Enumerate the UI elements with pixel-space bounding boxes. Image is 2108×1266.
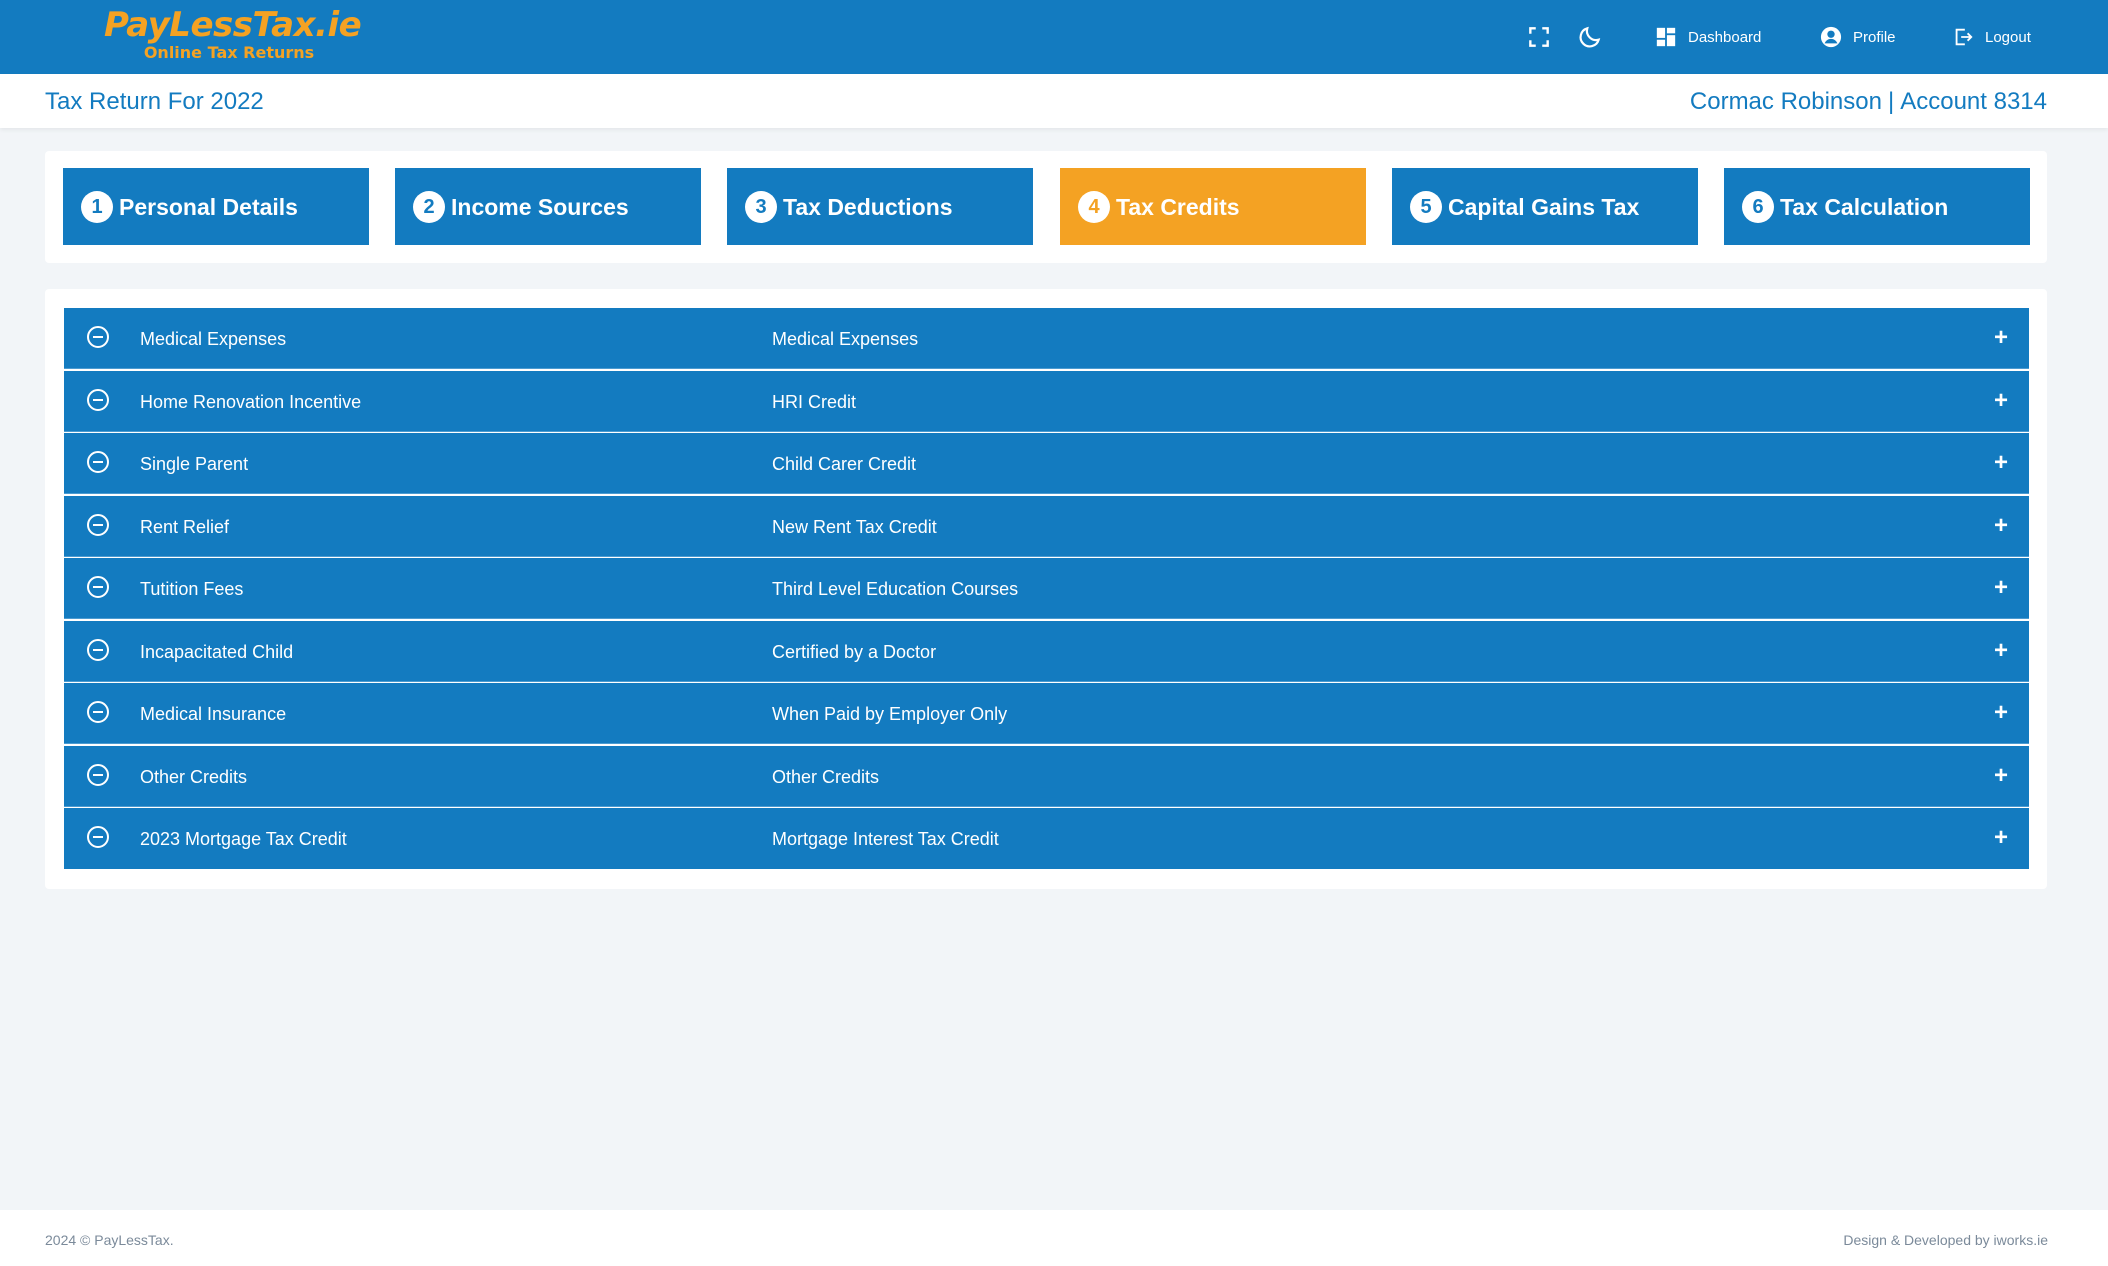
credit-title: Other Credits (140, 766, 248, 787)
brand-logo[interactable]: PayLessTax.ie Online Tax Returns (104, 4, 362, 62)
plus-icon[interactable]: + (1989, 513, 2013, 538)
user-circle-icon (1820, 26, 1842, 48)
page-header: Tax Return For 2022 Cormac Robinson | Acco… (0, 74, 2108, 128)
plus-icon[interactable]: + (1989, 451, 2013, 475)
credit-description: Medical Expenses (772, 329, 919, 349)
step-label: Tax Credits (1116, 194, 1240, 220)
nav-profile[interactable]: Profile (1820, 22, 1896, 52)
step-tax-deductions[interactable]: 3 Tax Deductions (727, 168, 1033, 245)
minus-circle-icon (86, 388, 110, 412)
fullscreen-icon[interactable] (1526, 24, 1552, 50)
step-tax-credits[interactable]: 4 Tax Credits (1060, 168, 1366, 245)
credit-description: HRI Credit (772, 391, 857, 412)
nav-profile-label: Profile (1853, 28, 1896, 46)
minus-circle-icon (86, 513, 110, 537)
plus-icon[interactable]: + (1989, 701, 2013, 725)
credit-description: Mortgage Interest Tax Credit (772, 829, 999, 849)
footer-credit[interactable]: Design & Developed by iworks.ie (1843, 1232, 2048, 1248)
step-number: 3 (745, 191, 777, 223)
plus-icon[interactable]: + (1989, 826, 2013, 850)
credit-description: Certified by a Doctor (772, 641, 937, 662)
logo-name: PayLessTax.ie (104, 5, 362, 45)
minus-circle-icon (86, 325, 110, 349)
plus-icon[interactable]: + (1989, 576, 2013, 600)
step-number: 4 (1078, 191, 1110, 223)
credit-description: Third Level Education Courses (772, 579, 1019, 599)
credit-title: Incapacitated Child (140, 641, 294, 662)
credit-row-home-renovation[interactable]: Home Renovation Incentive HRI Credit + (64, 370, 2029, 432)
step-number: 2 (413, 191, 445, 223)
credit-row-single-parent[interactable]: Single Parent Child Carer Credit + (64, 433, 2029, 494)
credit-row-mortgage-tax-credit[interactable]: 2023 Mortgage Tax Credit Mortgage Intere… (64, 808, 2029, 869)
nav-logout[interactable]: Logout (1952, 22, 2031, 52)
minus-circle-icon (86, 638, 110, 662)
logout-icon (1955, 28, 1973, 46)
account-info: Cormac Robinson | Account 8314 (1690, 87, 2047, 117)
step-tax-calculation[interactable]: 6 Tax Calculation (1724, 168, 2030, 245)
step-capital-gains-tax[interactable]: 5 Capital Gains Tax (1392, 168, 1698, 245)
step-label: Capital Gains Tax (1448, 194, 1640, 220)
nav-dashboard[interactable]: Dashboard (1655, 22, 1761, 52)
step-label: Tax Deductions (783, 194, 953, 220)
credit-description: New Rent Tax Credit (772, 516, 937, 537)
steps-wizard: 1 Personal Details 2 Income Sources 3 Ta… (45, 151, 2047, 263)
credit-title: Rent Relief (140, 516, 230, 537)
nav-dashboard-label: Dashboard (1688, 28, 1762, 46)
step-income-sources[interactable]: 2 Income Sources (395, 168, 701, 245)
credit-title: Medical Insurance (140, 704, 287, 724)
footer-copyright: 2024 © PayLessTax. (45, 1232, 174, 1248)
step-number: 1 (81, 191, 113, 223)
footer: 2024 © PayLessTax. Design & Developed by… (0, 1210, 2108, 1266)
credit-description: Other Credits (772, 766, 880, 787)
header-separator: | (1887, 88, 1895, 115)
plus-icon[interactable]: + (1989, 638, 2013, 663)
credit-row-medical-insurance[interactable]: Medical Insurance When Paid by Employer … (64, 683, 2029, 744)
credit-row-tuition-fees[interactable]: Tutition Fees Third Level Education Cour… (64, 558, 2029, 619)
credit-description: Child Carer Credit (772, 454, 917, 474)
step-label: Income Sources (451, 194, 629, 220)
step-number: 6 (1742, 191, 1774, 223)
credit-title: Tutition Fees (140, 579, 244, 599)
dashboard-icon (1656, 27, 1676, 47)
step-label: Personal Details (119, 194, 298, 220)
top-navbar: PayLessTax.ie Online Tax Returns Dashboa… (0, 0, 2108, 74)
user-name: Cormac Robinson (1689, 88, 1882, 115)
step-number: 5 (1410, 191, 1442, 223)
minus-circle-icon (86, 450, 110, 474)
page-title: Tax Return For 2022 (45, 88, 264, 115)
credit-row-medical-expenses[interactable]: Medical Expenses Medical Expenses + (64, 308, 2029, 369)
step-personal-details[interactable]: 1 Personal Details (63, 168, 369, 245)
credit-row-other-credits[interactable]: Other Credits Other Credits + (64, 745, 2029, 807)
tax-credits-accordion: Medical Expenses Medical Expenses + Home… (45, 289, 2047, 889)
credit-title: Home Renovation Incentive (140, 391, 362, 412)
nav-logout-label: Logout (1985, 28, 2031, 46)
plus-icon[interactable]: + (1989, 763, 2013, 788)
minus-circle-icon (86, 825, 110, 849)
credit-description: When Paid by Employer Only (772, 704, 1008, 724)
credit-title: Single Parent (140, 454, 249, 474)
logo-tagline: Online Tax Returns (143, 43, 315, 62)
step-label: Tax Calculation (1780, 194, 1949, 220)
credit-title: 2023 Mortgage Tax Credit (140, 829, 347, 849)
minus-circle-icon (86, 575, 110, 599)
minus-circle-icon (86, 700, 110, 724)
minus-circle-icon (86, 763, 110, 787)
credit-title: Medical Expenses (140, 329, 287, 349)
plus-icon[interactable]: + (1989, 388, 2013, 413)
credit-row-incapacitated-child[interactable]: Incapacitated Child Certified by a Docto… (64, 620, 2029, 682)
plus-icon[interactable]: + (1989, 326, 2013, 350)
account-number: Account 8314 (1900, 88, 2047, 115)
credit-row-rent-relief[interactable]: Rent Relief New Rent Tax Credit + (64, 495, 2029, 557)
moon-icon[interactable] (1577, 24, 1603, 50)
